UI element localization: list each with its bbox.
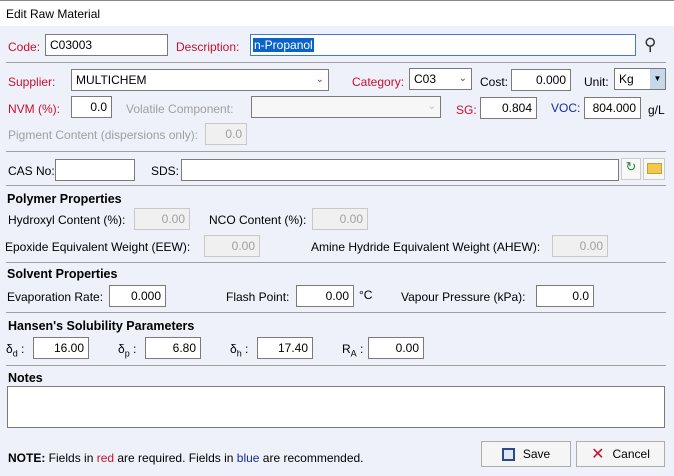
sds-label: SDS: bbox=[151, 164, 180, 178]
volatile-label: Volatile Component: bbox=[126, 102, 234, 116]
ahew-input[interactable]: 0.00 bbox=[552, 235, 608, 257]
voc-input[interactable]: 804.000 bbox=[584, 97, 641, 119]
unit-label: Unit: bbox=[584, 75, 609, 89]
flash-input[interactable]: 0.00 bbox=[296, 285, 354, 307]
window-title: Edit Raw Material bbox=[0, 0, 674, 26]
voc-unit: g/L bbox=[648, 103, 665, 117]
chevron-down-icon: ⌄ bbox=[315, 74, 324, 85]
cas-label: CAS No: bbox=[8, 164, 55, 178]
delta-d-input[interactable]: 16.00 bbox=[33, 337, 89, 359]
chevron-down-icon: ⌄ bbox=[427, 101, 436, 112]
solvent-heading: Solvent Properties bbox=[7, 267, 118, 281]
polymer-heading: Polymer Properties bbox=[7, 192, 122, 206]
save-label: Save bbox=[522, 447, 551, 461]
nco-label: NCO Content (%): bbox=[209, 213, 307, 227]
delta-h-input[interactable]: 17.40 bbox=[257, 337, 313, 359]
cost-label: Cost: bbox=[480, 75, 509, 89]
sds-input[interactable] bbox=[181, 159, 619, 181]
hydroxyl-label: Hydroxyl Content (%): bbox=[8, 213, 126, 227]
delta-h-label: δh : bbox=[230, 342, 249, 359]
vp-label: Vapour Pressure (kPa): bbox=[401, 290, 526, 304]
pigment-label: Pigment Content (dispersions only): bbox=[8, 128, 199, 142]
ahew-label: Amine Hydride Equivalent Weight (AHEW): bbox=[311, 240, 541, 254]
notes-textarea[interactable] bbox=[7, 386, 665, 428]
pigment-input[interactable]: 0.0 bbox=[205, 123, 247, 145]
code-label: Code: bbox=[8, 40, 41, 54]
voc-label: VOC: bbox=[551, 101, 581, 115]
category-label: Category: bbox=[352, 75, 405, 89]
delta-p-label: δp : bbox=[118, 342, 137, 359]
cas-input[interactable] bbox=[55, 159, 135, 181]
nco-input[interactable]: 0.00 bbox=[312, 208, 368, 230]
supplier-select[interactable]: MULTICHEM ⌄ bbox=[71, 69, 329, 91]
unit-value: Kg bbox=[619, 72, 634, 86]
hansen-heading: Hansen's Solubility Parameters bbox=[8, 319, 195, 333]
save-icon bbox=[501, 447, 515, 461]
evap-input[interactable]: 0.000 bbox=[109, 285, 166, 307]
eew-label: Epoxide Equivalent Weight (EEW): bbox=[5, 240, 191, 254]
evap-label: Evaporation Rate: bbox=[7, 290, 104, 304]
cost-input[interactable]: 0.000 bbox=[511, 69, 571, 91]
ra-input[interactable]: 0.00 bbox=[368, 337, 424, 359]
code-input[interactable]: C03003 bbox=[45, 34, 168, 56]
refresh-icon[interactable]: ↻ bbox=[621, 158, 641, 180]
nvm-input[interactable]: 0.0 bbox=[71, 96, 112, 118]
category-select[interactable]: C03 ⌄ bbox=[409, 68, 472, 90]
ra-label: RA : bbox=[342, 342, 364, 359]
description-value: n-Propanol bbox=[253, 38, 314, 52]
unit-select[interactable]: Kg ▼ bbox=[614, 68, 666, 90]
footer-note: NOTE: Fields in red are required. Fields… bbox=[8, 451, 364, 465]
delta-p-input[interactable]: 6.80 bbox=[145, 337, 201, 359]
description-input[interactable]: n-Propanol bbox=[250, 34, 636, 56]
chevron-down-icon: ⌄ bbox=[458, 73, 467, 84]
close-icon: ✕ bbox=[591, 446, 605, 463]
cancel-label: Cancel bbox=[612, 447, 650, 461]
description-label: Description: bbox=[176, 40, 240, 54]
eew-input[interactable]: 0.00 bbox=[204, 235, 260, 257]
search-icon[interactable]: ⚲ bbox=[644, 35, 656, 55]
delta-d-label: δd : bbox=[6, 342, 25, 359]
sg-input[interactable]: 0.804 bbox=[480, 97, 537, 119]
flash-label: Flash Point: bbox=[226, 290, 290, 304]
volatile-select[interactable]: ⌄ bbox=[251, 96, 441, 118]
folder-icon[interactable] bbox=[643, 158, 665, 180]
supplier-label: Supplier: bbox=[8, 75, 56, 89]
notes-heading: Notes bbox=[8, 371, 43, 385]
sg-label: SG: bbox=[456, 103, 477, 117]
hydroxyl-input[interactable]: 0.00 bbox=[134, 208, 190, 230]
vp-input[interactable]: 0.0 bbox=[536, 285, 594, 307]
dropdown-arrow-icon[interactable]: ▼ bbox=[650, 69, 665, 89]
save-button[interactable]: Save bbox=[481, 441, 571, 467]
supplier-value: MULTICHEM bbox=[76, 73, 147, 87]
category-value: C03 bbox=[414, 72, 437, 86]
cancel-button[interactable]: ✕ Cancel bbox=[576, 441, 665, 467]
nvm-label: NVM (%): bbox=[8, 102, 60, 116]
flash-unit: °C bbox=[359, 288, 373, 302]
